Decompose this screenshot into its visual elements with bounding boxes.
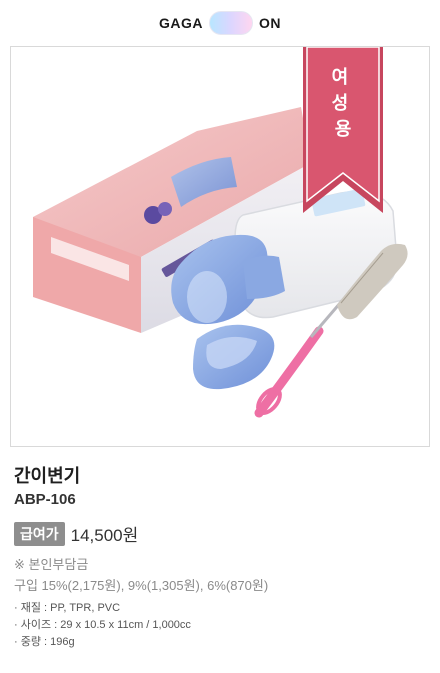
ribbon-char-2: 성 — [332, 93, 349, 114]
site-header: GAGA ON — [0, 0, 440, 46]
logo-text-right: ON — [259, 15, 281, 31]
copay-note: ※ 본인부담금 — [14, 557, 89, 572]
ribbon-char-3: 용 — [335, 119, 352, 140]
price-row: 급여가 14,500원 — [14, 521, 138, 546]
spec-item-weight: 중량 : 196g — [14, 634, 191, 651]
product-price: 14,500원 — [70, 526, 139, 545]
spec-item-size: 사이즈 : 29 x 10.5 x 11cm / 1,000cc — [14, 617, 191, 634]
product-image: 여 성 용 — [10, 46, 430, 447]
product-name: 간이변기 — [14, 466, 81, 486]
copay-breakdown: 구입 15%(2,175원), 9%(1,305원), 6%(870원) — [14, 578, 269, 593]
spec-item-material: 재질 : PP, TPR, PVC — [14, 600, 191, 617]
product-code: ABP-106 — [14, 491, 76, 508]
ribbon-char-1: 여 — [332, 67, 349, 88]
svg-text:여 성 용: 여 성 용 — [332, 67, 355, 140]
logo-pill-icon — [209, 11, 253, 35]
logo-text-left: GAGA — [159, 15, 203, 31]
spec-list: 재질 : PP, TPR, PVC 사이즈 : 29 x 10.5 x 11cm… — [14, 600, 191, 651]
insurance-price-badge: 급여가 — [14, 521, 65, 546]
